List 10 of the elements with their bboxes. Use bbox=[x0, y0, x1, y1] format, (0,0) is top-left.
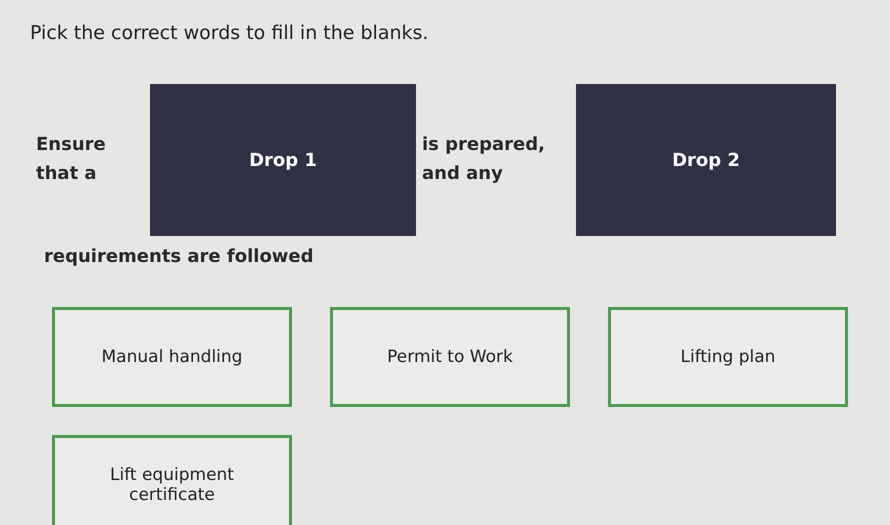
answer-option[interactable]: Lift equipment certificate bbox=[52, 435, 292, 525]
sentence-text: Ensure that a bbox=[35, 133, 107, 186]
drop-zone[interactable]: Drop 2 bbox=[576, 84, 836, 236]
sentence-text: is prepared, and any bbox=[421, 133, 546, 186]
answer-option[interactable]: Manual handling bbox=[52, 307, 292, 407]
instruction-text: Pick the correct words to fill in the blanks. bbox=[30, 22, 430, 44]
answer-option[interactable]: Permit to Work bbox=[330, 307, 570, 407]
sentence-text: requirements are followed bbox=[43, 246, 315, 267]
drop-zone[interactable]: Drop 1 bbox=[150, 84, 416, 236]
answer-option[interactable]: Lifting plan bbox=[608, 307, 848, 407]
